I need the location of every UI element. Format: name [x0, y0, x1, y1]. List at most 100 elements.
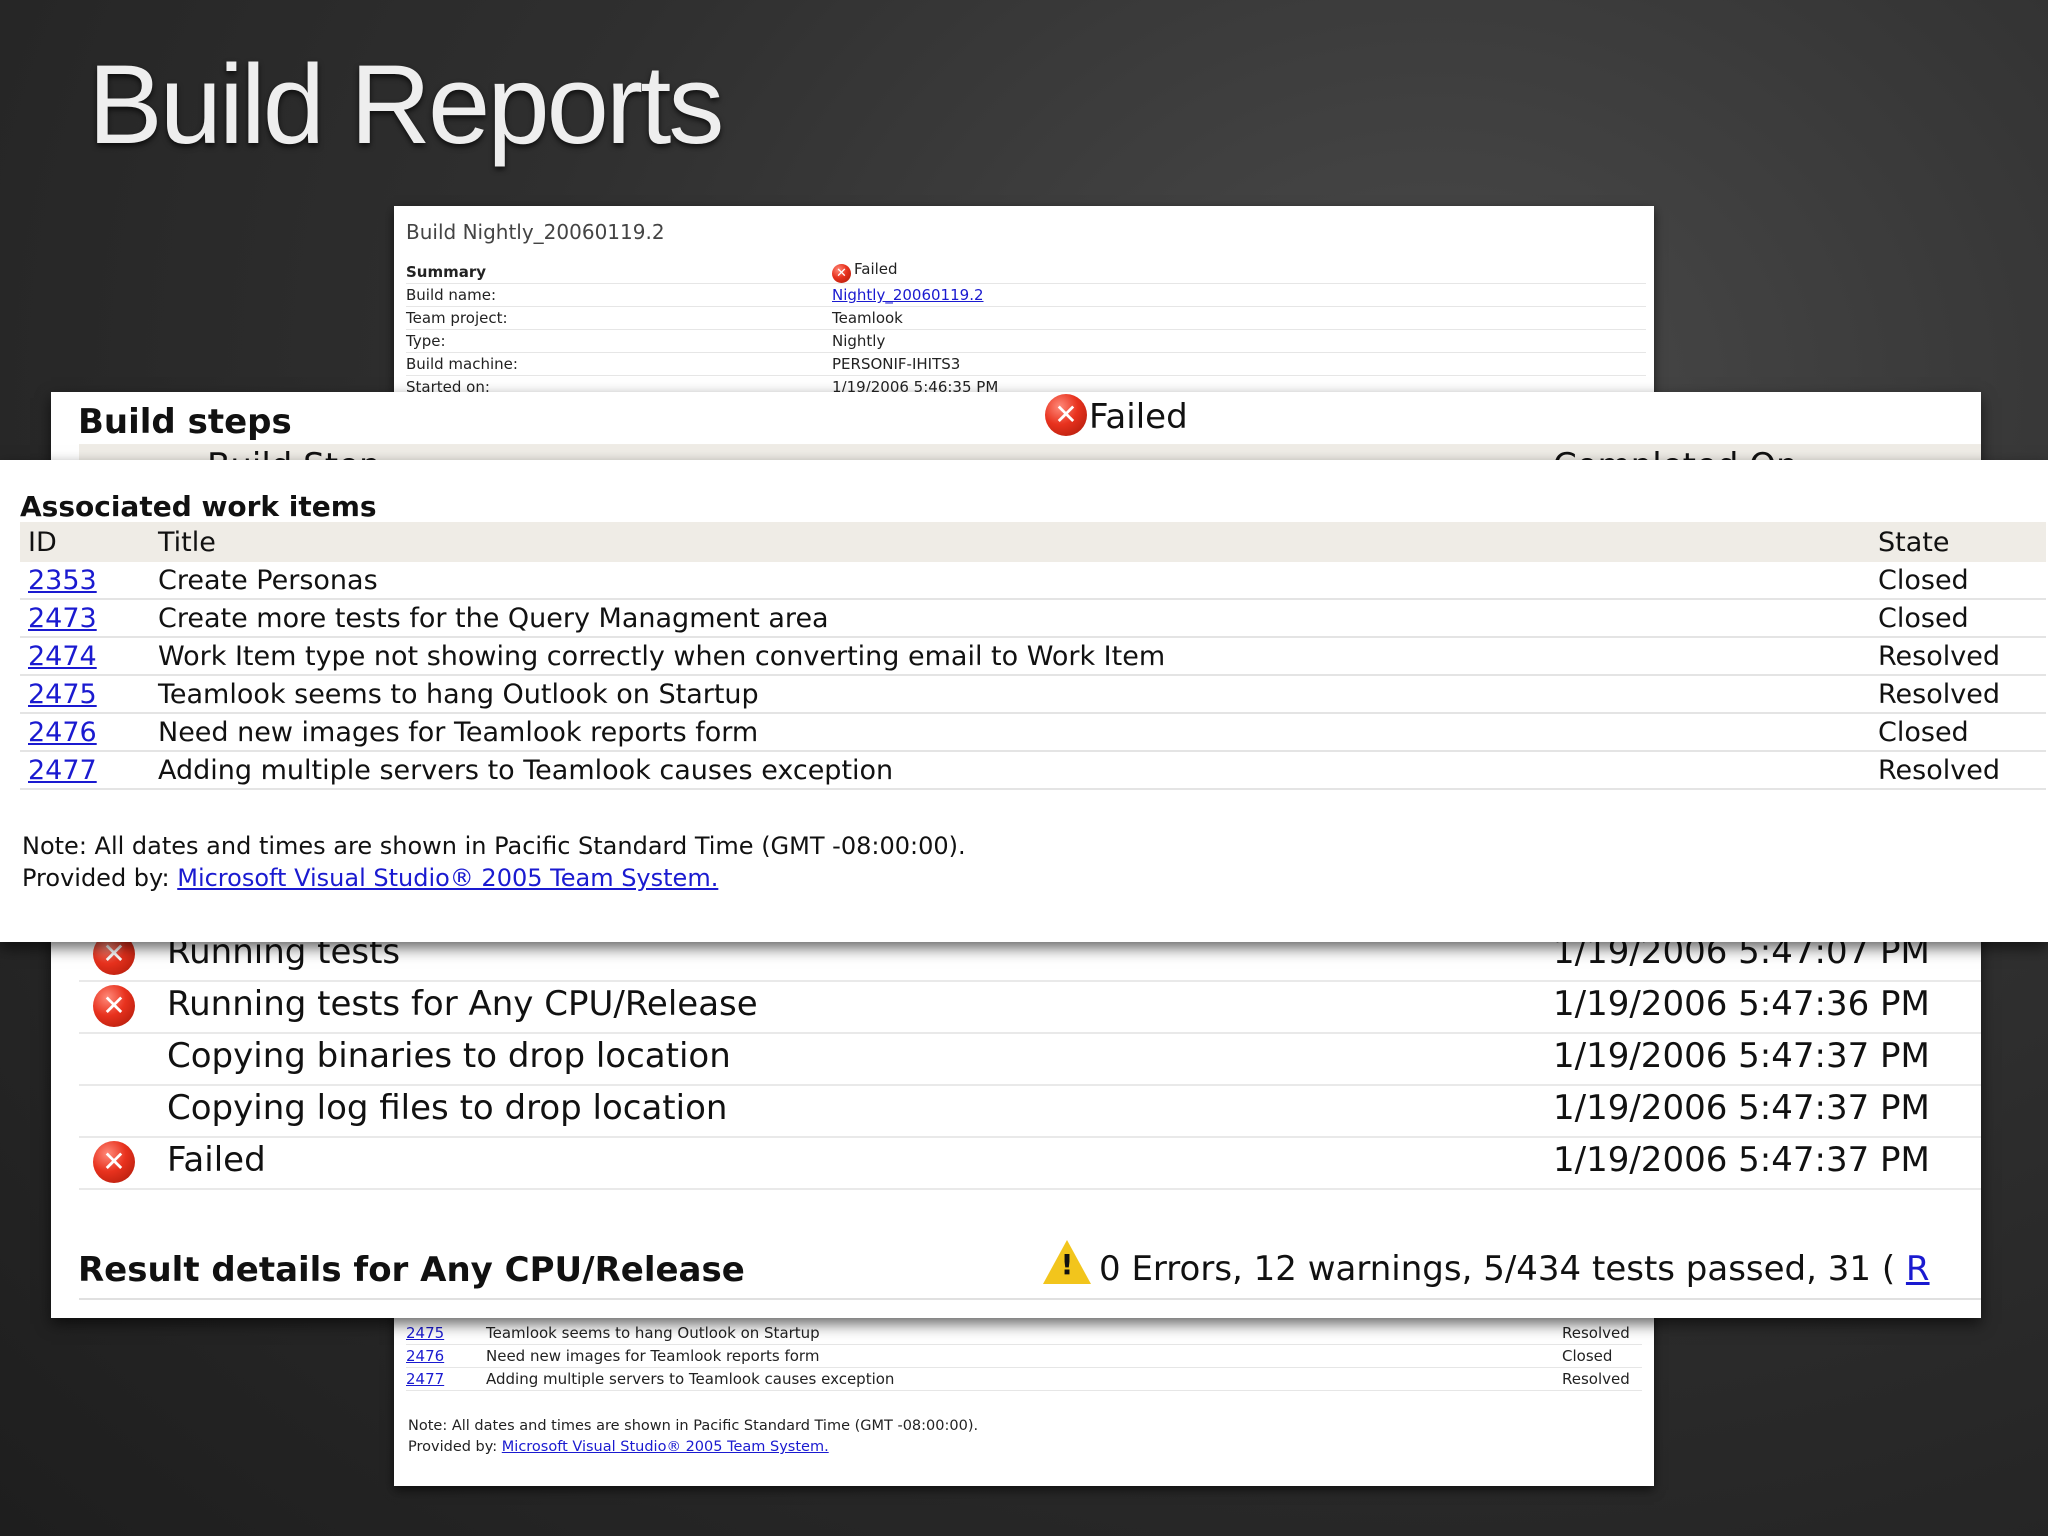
work-item-state: Closed: [1870, 713, 2046, 752]
col-id: ID: [20, 522, 150, 562]
work-item-state: Closed: [1870, 599, 2046, 638]
summary-table: Summary ✕ Failed Build name: Nightly_2006…: [406, 260, 1646, 399]
warning-icon: [1043, 1240, 1091, 1284]
build-step-label: Copying log files to drop location: [167, 1088, 728, 1128]
summary-key: Type:: [406, 329, 832, 353]
result-summary-text: 0 Errors, 12 warnings, 5/434 tests passe…: [1099, 1249, 1896, 1289]
work-items-heading: Associated work items: [20, 490, 377, 523]
work-item-id-cell: 2477: [406, 1367, 486, 1391]
result-details-heading: Result details for Any CPU/Release: [78, 1250, 745, 1290]
build-step-row: ✕ Running tests for Any CPU/Release 1/19…: [79, 980, 1981, 1034]
work-item-id-cell: 2473: [20, 599, 150, 638]
summary-row: Type: Nightly: [406, 329, 1646, 353]
provided-by-label: Provided by:: [22, 864, 170, 892]
summary-value: ✕ Failed: [832, 260, 1646, 284]
build-step-row: ✕ Failed 1/19/2006 5:47:37 PM: [79, 1136, 1981, 1190]
build-report-heading: Build Nightly_20060119.2: [406, 220, 665, 244]
table-row: 2475 Teamlook seems to hang Outlook on S…: [406, 1322, 1642, 1345]
summary-key: Team project:: [406, 306, 832, 330]
build-status-label: Failed: [1089, 397, 1188, 437]
table-row: 2477 Adding multiple servers to Teamlook…: [20, 751, 2046, 790]
result-summary: 0 Errors, 12 warnings, 5/434 tests passe…: [1043, 1240, 1930, 1289]
provider-link[interactable]: Microsoft Visual Studio® 2005 Team Syste…: [177, 864, 718, 892]
work-items-table: ID Title State 2353 Create Personas Clos…: [20, 522, 2046, 790]
table-header-row: ID Title State: [20, 522, 2046, 562]
summary-row: Build machine: PERSONIF-IHITS3: [406, 352, 1646, 376]
work-items-panel: Associated work items ID Title State 235…: [0, 460, 2048, 942]
work-item-state: Resolved: [1870, 675, 2046, 714]
build-step-label: Failed: [167, 1140, 266, 1180]
summary-value: Nightly_20060119.2: [832, 283, 1646, 307]
work-item-id-cell: 2475: [406, 1322, 486, 1345]
work-item-link[interactable]: 2353: [28, 565, 97, 596]
table-row: 2475 Teamlook seems to hang Outlook on S…: [20, 675, 2046, 714]
work-item-state: Resolved: [1870, 637, 2046, 676]
summary-value: PERSONIF-IHITS3: [832, 352, 1646, 376]
col-state: State: [1870, 522, 2046, 562]
error-icon: ✕: [1045, 394, 1087, 436]
back-work-items-table: 2475 Teamlook seems to hang Outlook on S…: [406, 1322, 1642, 1391]
error-icon: ✕: [93, 985, 135, 1027]
timezone-note-front: Note: All dates and times are shown in P…: [22, 830, 966, 894]
work-item-link[interactable]: 2477: [406, 1370, 444, 1388]
work-item-link[interactable]: 2475: [406, 1324, 444, 1342]
build-step-row: Copying log files to drop location 1/19/…: [79, 1084, 1981, 1138]
summary-row: Build name: Nightly_20060119.2: [406, 283, 1646, 307]
summary-key: Build machine:: [406, 352, 832, 376]
work-item-id-cell: 2353: [20, 562, 150, 600]
divider: [79, 1298, 1981, 1300]
work-item-title: Adding multiple servers to Teamlook caus…: [150, 751, 1870, 790]
table-row: 2473 Create more tests for the Query Man…: [20, 599, 2046, 638]
error-icon: ✕: [832, 264, 851, 283]
work-item-id-cell: 2474: [20, 637, 150, 676]
work-item-id-cell: 2475: [20, 675, 150, 714]
work-item-title: Need new images for Teamlook reports for…: [150, 713, 1870, 752]
work-item-id-cell: 2476: [20, 713, 150, 752]
error-icon: ✕: [93, 1141, 135, 1183]
work-item-title: Need new images for Teamlook reports for…: [486, 1344, 1562, 1368]
work-item-state: Resolved: [1562, 1367, 1642, 1391]
provider-link[interactable]: Microsoft Visual Studio® 2005 Team Syste…: [502, 1439, 829, 1455]
build-step-time: 1/19/2006 5:47:37 PM: [1553, 1088, 1930, 1128]
build-step-time: 1/19/2006 5:47:36 PM: [1553, 984, 1930, 1024]
summary-value: Teamlook: [832, 306, 1646, 330]
work-item-link[interactable]: 2475: [28, 679, 97, 710]
work-item-link[interactable]: 2473: [28, 603, 97, 634]
timezone-note-back: Note: All dates and times are shown in P…: [408, 1416, 978, 1458]
table-row: 2353 Create Personas Closed: [20, 562, 2046, 600]
build-step-label: Running tests for Any CPU/Release: [167, 984, 758, 1024]
summary-status: Failed: [854, 260, 898, 278]
build-steps-heading: Build steps: [78, 402, 292, 442]
provided-by: Provided by: Microsoft Visual Studio® 20…: [22, 862, 966, 894]
summary-value: Nightly: [832, 329, 1646, 353]
provided-by: Provided by: Microsoft Visual Studio® 20…: [408, 1437, 978, 1458]
work-item-title: Create Personas: [150, 562, 1870, 600]
work-item-id-cell: 2476: [406, 1344, 486, 1368]
result-details-link[interactable]: R: [1906, 1249, 1930, 1289]
timezone-note: Note: All dates and times are shown in P…: [22, 832, 966, 860]
summary-key: Build name:: [406, 283, 832, 307]
work-item-state: Closed: [1870, 562, 2046, 600]
summary-row: Team project: Teamlook: [406, 306, 1646, 330]
build-name-link[interactable]: Nightly_20060119.2: [832, 286, 984, 304]
work-item-link[interactable]: 2476: [406, 1347, 444, 1365]
build-step-time: 1/19/2006 5:47:37 PM: [1553, 1036, 1930, 1076]
build-step-label: Copying binaries to drop location: [167, 1036, 731, 1076]
table-row: 2476 Need new images for Teamlook report…: [20, 713, 2046, 752]
work-item-link[interactable]: 2474: [28, 641, 97, 672]
build-step-time: 1/19/2006 5:47:37 PM: [1553, 1140, 1930, 1180]
work-item-link[interactable]: 2477: [28, 755, 97, 786]
work-item-title: Teamlook seems to hang Outlook on Startu…: [150, 675, 1870, 714]
summary-key: Summary: [406, 260, 832, 284]
work-item-title: Teamlook seems to hang Outlook on Startu…: [486, 1322, 1562, 1345]
summary-row: Summary ✕ Failed: [406, 260, 1646, 284]
work-item-link[interactable]: 2476: [28, 717, 97, 748]
slide-title: Build Reports: [88, 42, 724, 167]
work-item-id-cell: 2477: [20, 751, 150, 790]
build-step-row: Copying binaries to drop location 1/19/2…: [79, 1032, 1981, 1086]
work-item-title: Adding multiple servers to Teamlook caus…: [486, 1367, 1562, 1391]
work-item-title: Create more tests for the Query Managmen…: [150, 599, 1870, 638]
work-item-state: Resolved: [1562, 1322, 1642, 1345]
table-row: 2477 Adding multiple servers to Teamlook…: [406, 1367, 1642, 1391]
provided-by-label: Provided by:: [408, 1439, 498, 1455]
